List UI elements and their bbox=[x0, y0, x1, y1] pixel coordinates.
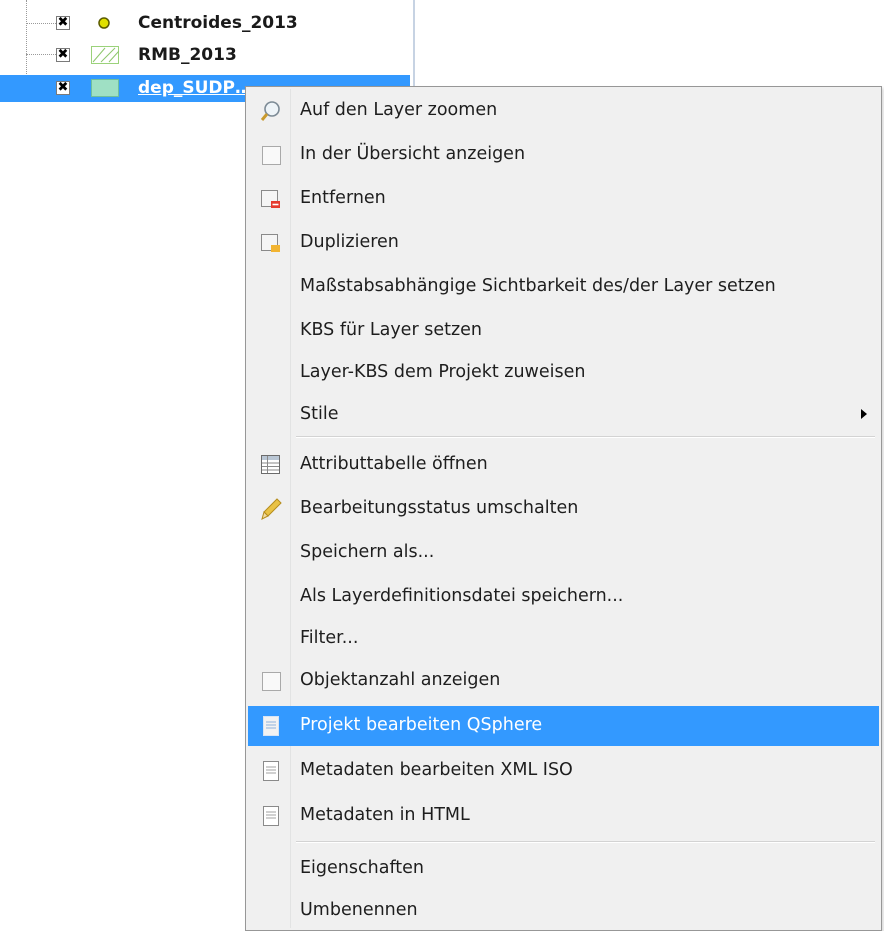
menu-item-properties[interactable]: Eigenschaften bbox=[248, 849, 879, 889]
menu-item-styles[interactable]: Stile bbox=[248, 395, 879, 435]
menu-item-save-as[interactable]: Speichern als... bbox=[248, 533, 879, 573]
document-icon bbox=[263, 716, 279, 736]
layer-name: RMB_2013 bbox=[138, 45, 237, 65]
layer-item-centroides-2013[interactable]: ✖ Centroides_2013 bbox=[0, 10, 410, 37]
menu-item-set-project-crs[interactable]: Layer-KBS dem Projekt zuweisen bbox=[248, 353, 879, 393]
menu-item-label: In der Übersicht anzeigen bbox=[300, 144, 526, 164]
checkbox-icon[interactable] bbox=[262, 672, 281, 691]
remove-layer-icon bbox=[261, 190, 280, 208]
attribute-table-icon bbox=[261, 455, 280, 474]
layer-visibility-checkbox[interactable]: ✖ bbox=[56, 48, 70, 62]
menu-item-zoom-to-layer[interactable]: Auf den Layer zoomen bbox=[248, 91, 879, 131]
duplicate-layer-icon bbox=[261, 234, 280, 252]
menu-item-label: Duplizieren bbox=[300, 232, 399, 252]
layer-context-menu: Auf den Layer zoomen In der Übersicht an… bbox=[245, 86, 882, 931]
checkbox-icon[interactable] bbox=[262, 146, 281, 165]
menu-item-show-in-overview[interactable]: In der Übersicht anzeigen bbox=[248, 135, 879, 175]
menu-item-label: Metadaten in HTML bbox=[300, 805, 470, 825]
menu-item-label: Metadaten bearbeiten XML ISO bbox=[300, 760, 573, 780]
menu-item-label: Bearbeitungsstatus umschalten bbox=[300, 498, 579, 518]
polygon-fill-symbol-icon bbox=[91, 79, 119, 97]
layer-name: Centroides_2013 bbox=[138, 13, 298, 33]
menu-item-label: Objektanzahl anzeigen bbox=[300, 670, 501, 690]
menu-separator bbox=[296, 841, 875, 843]
menu-item-label: Eigenschaften bbox=[300, 858, 425, 878]
submenu-arrow-icon bbox=[861, 409, 867, 419]
menu-item-edit-project-qsphere[interactable]: Projekt bearbeiten QSphere bbox=[248, 706, 879, 746]
pencil-icon bbox=[261, 498, 282, 520]
menu-item-save-as-layer-definition[interactable]: Als Layerdefinitionsdatei speichern... bbox=[248, 577, 879, 617]
menu-item-label: Layer-KBS dem Projekt zuweisen bbox=[300, 362, 586, 382]
menu-item-label: Projekt bearbeiten QSphere bbox=[300, 715, 543, 735]
menu-item-edit-metadata-xml[interactable]: Metadaten bearbeiten XML ISO bbox=[248, 751, 879, 791]
menu-item-label: Filter... bbox=[300, 628, 359, 648]
menu-item-open-attribute-table[interactable]: Attributtabelle öffnen bbox=[248, 445, 879, 485]
menu-item-label: Als Layerdefinitionsdatei speichern... bbox=[300, 586, 624, 606]
polygon-hatch-symbol-icon bbox=[91, 46, 119, 64]
menu-item-label: Speichern als... bbox=[300, 542, 435, 562]
menu-item-rename[interactable]: Umbenennen bbox=[248, 891, 879, 931]
layer-item-rmb-2013[interactable]: ✖ RMB_2013 bbox=[0, 42, 410, 69]
menu-item-label: Umbenennen bbox=[300, 900, 418, 920]
menu-item-show-feature-count[interactable]: Objektanzahl anzeigen bbox=[248, 661, 879, 701]
menu-item-label: Attributtabelle öffnen bbox=[300, 454, 488, 474]
document-icon bbox=[263, 806, 279, 826]
zoom-icon bbox=[260, 101, 280, 121]
menu-item-set-layer-crs[interactable]: KBS für Layer setzen bbox=[248, 311, 879, 351]
menu-item-label: Maßstabsabhängige Sichtbarkeit des/der L… bbox=[300, 276, 776, 296]
menu-item-remove[interactable]: Entfernen bbox=[248, 179, 879, 219]
document-icon bbox=[263, 761, 279, 781]
menu-item-toggle-editing[interactable]: Bearbeitungsstatus umschalten bbox=[248, 489, 879, 529]
point-symbol-icon bbox=[98, 17, 110, 29]
layer-visibility-checkbox[interactable]: ✖ bbox=[56, 81, 70, 95]
menu-item-label: KBS für Layer setzen bbox=[300, 320, 482, 340]
menu-item-scale-visibility[interactable]: Maßstabsabhängige Sichtbarkeit des/der L… bbox=[248, 267, 879, 307]
menu-item-label: Entfernen bbox=[300, 188, 386, 208]
menu-item-filter[interactable]: Filter... bbox=[248, 619, 879, 659]
menu-separator bbox=[296, 436, 875, 438]
menu-item-label: Stile bbox=[300, 404, 339, 424]
layer-visibility-checkbox[interactable]: ✖ bbox=[56, 16, 70, 30]
menu-item-metadata-html[interactable]: Metadaten in HTML bbox=[248, 796, 879, 836]
menu-item-duplicate[interactable]: Duplizieren bbox=[248, 223, 879, 263]
menu-item-label: Auf den Layer zoomen bbox=[300, 100, 498, 120]
